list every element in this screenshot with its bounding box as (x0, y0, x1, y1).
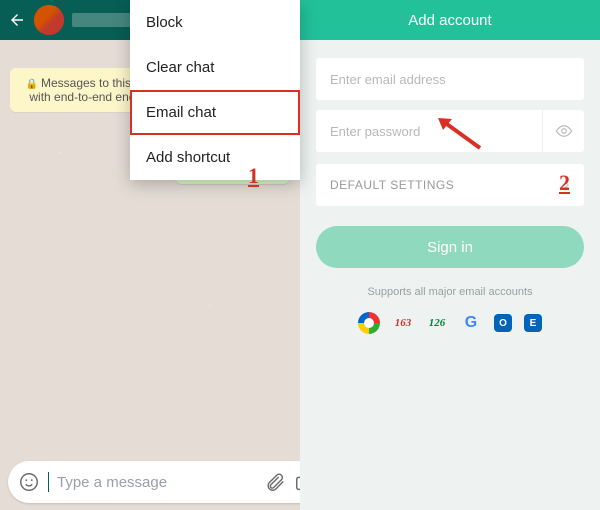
provider-163-icon: 163 (392, 312, 414, 334)
add-account-panel: Add account DEFAULT SETTINGS › Sign in S… (300, 0, 600, 510)
menu-item-email-chat[interactable]: Email chat (130, 90, 300, 135)
provider-google-icon: G (460, 312, 482, 334)
annotation-2: 2 (559, 170, 570, 196)
avatar[interactable] (34, 5, 64, 35)
default-settings-row[interactable]: DEFAULT SETTINGS › (316, 164, 584, 206)
back-icon[interactable] (8, 11, 26, 29)
show-password-icon[interactable] (542, 110, 584, 152)
message-input-container (8, 461, 326, 503)
provider-126-icon: 126 (426, 312, 448, 334)
whatsapp-chat-panel: 🔒Messages to this chat and calls are sec… (0, 0, 300, 510)
annotation-1: 1 (248, 163, 259, 189)
provider-exchange-icon: E (524, 314, 542, 332)
sign-in-button[interactable]: Sign in (316, 226, 584, 268)
provider-outlook-icon: O (494, 314, 512, 332)
message-input[interactable] (57, 474, 256, 491)
provider-qq-icon (358, 312, 380, 334)
menu-item-block[interactable]: Block (130, 0, 300, 45)
attach-icon[interactable] (264, 471, 286, 493)
email-field[interactable] (316, 58, 584, 100)
annotation-arrow-icon (436, 116, 482, 150)
password-field[interactable] (316, 110, 542, 152)
add-account-header: Add account (300, 0, 600, 40)
composer (0, 454, 300, 510)
menu-item-add-shortcut[interactable]: Add shortcut (130, 135, 300, 180)
lock-icon: 🔒 (26, 79, 38, 90)
provider-logos: 163 126 G O E (316, 312, 584, 334)
menu-item-clear-chat[interactable]: Clear chat (130, 45, 300, 90)
sign-in-label: Sign in (427, 239, 473, 256)
password-row (316, 110, 584, 152)
default-settings-label: DEFAULT SETTINGS (330, 178, 454, 192)
text-cursor (48, 472, 49, 492)
supports-label: Supports all major email accounts (316, 286, 584, 298)
emoji-icon[interactable] (18, 471, 40, 493)
add-account-body: DEFAULT SETTINGS › Sign in Supports all … (300, 40, 600, 352)
overflow-menu: Block Clear chat Email chat Add shortcut (130, 0, 300, 180)
add-account-title: Add account (408, 12, 491, 29)
